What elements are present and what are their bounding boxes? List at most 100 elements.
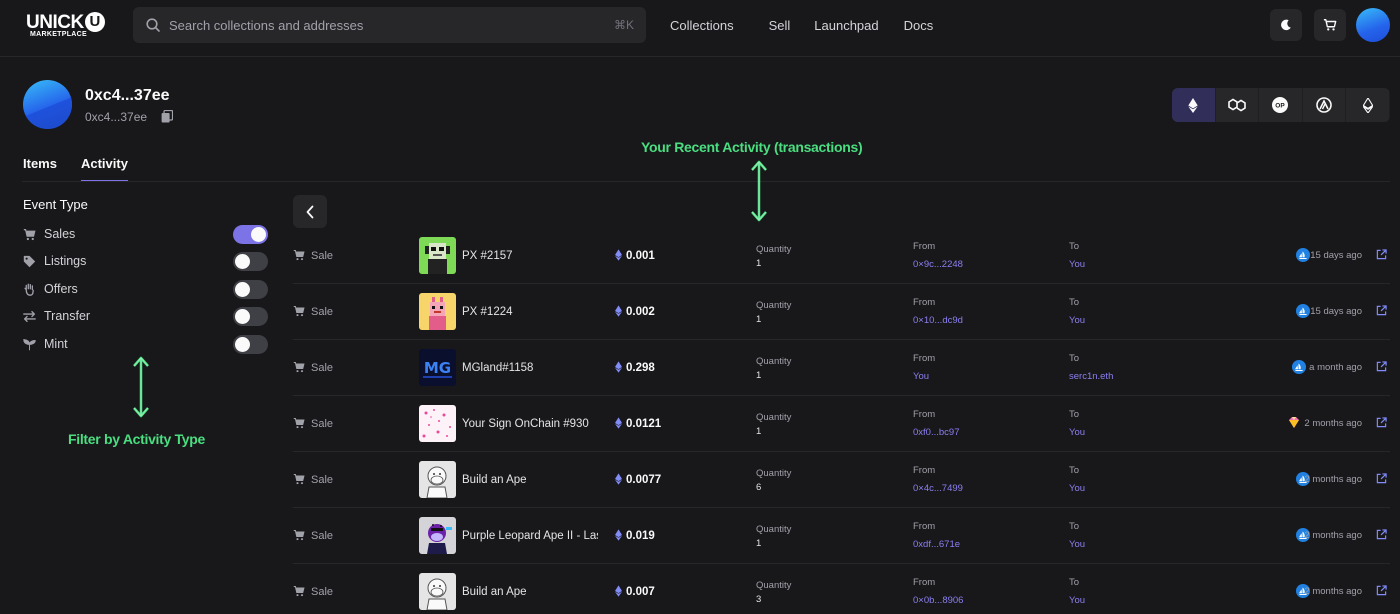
activity-row[interactable]: Sale PX #1224 0.002 Quantity 1 From 0×10...dc9…	[293, 284, 1390, 340]
back-button[interactable]	[293, 195, 327, 228]
external-link-icon[interactable]	[1376, 361, 1387, 372]
main-nav: Collections Sell Launchpad Docs	[670, 18, 968, 33]
external-link-icon[interactable]	[1376, 529, 1387, 540]
nft-thumbnail[interactable]	[419, 461, 456, 498]
tab-activity[interactable]: Activity	[80, 156, 128, 182]
transfer-toggle[interactable]	[233, 307, 268, 326]
event-type-title: Event Type	[23, 197, 88, 212]
user-avatar[interactable]	[1356, 8, 1390, 42]
nft-thumbnail[interactable]	[419, 293, 456, 330]
nft-name[interactable]: Build an Ape	[462, 586, 598, 598]
sales-toggle[interactable]	[233, 225, 268, 244]
cart-icon	[23, 229, 36, 241]
external-link-icon[interactable]	[1376, 249, 1387, 260]
filter-mint: Mint	[23, 335, 269, 355]
tab-items[interactable]: Items	[23, 156, 57, 182]
activity-row[interactable]: Sale Purple Leopard Ape II - Last 0.019 Qua…	[293, 508, 1390, 564]
nft-name[interactable]: PX #1224	[462, 306, 598, 318]
nav-launchpad[interactable]: Launchpad	[814, 18, 878, 33]
nft-name[interactable]: MGland#1158	[462, 362, 598, 374]
quantity-value: 6	[756, 482, 762, 493]
from-address[interactable]: 0xdf...671e	[913, 539, 960, 550]
listings-toggle[interactable]	[233, 252, 268, 271]
chain-ethereum-2[interactable]	[1346, 88, 1390, 122]
event-type: Sale	[311, 362, 334, 374]
external-link-icon[interactable]	[1376, 585, 1387, 596]
timestamp: 2 months ago	[1304, 418, 1362, 429]
to-address[interactable]: You	[1069, 483, 1085, 494]
annotation-activity: Your Recent Activity (transactions)	[641, 139, 863, 155]
nft-thumbnail[interactable]	[419, 573, 456, 610]
logo-subtitle: MARKETPLACE	[30, 31, 87, 38]
cart-icon	[293, 305, 305, 317]
to-address[interactable]: You	[1069, 595, 1085, 606]
from-label: From	[913, 353, 936, 364]
offers-toggle[interactable]	[233, 280, 268, 299]
quantity-value: 3	[756, 594, 762, 605]
from-address[interactable]: 0×4c...7499	[913, 483, 963, 494]
nft-thumbnail[interactable]	[419, 237, 456, 274]
to-address[interactable]: You	[1069, 315, 1085, 326]
quantity-label: Quantity	[756, 244, 792, 255]
from-address[interactable]: 0×10...dc9d	[913, 315, 963, 326]
nft-name[interactable]: Build an Ape	[462, 474, 598, 486]
search-input[interactable]	[169, 7, 599, 43]
transfer-icon	[23, 310, 36, 323]
activity-row[interactable]: Sale Your Sign OnChain #930 0.0121 Quantity…	[293, 396, 1390, 452]
timestamp: 2 months ago	[1304, 586, 1362, 597]
sprout-icon	[23, 339, 36, 351]
theme-toggle-button[interactable]	[1270, 9, 1302, 41]
chain-bnb[interactable]: OP	[1259, 88, 1303, 122]
from-address[interactable]: 0×9c...2248	[913, 259, 963, 270]
nav-docs[interactable]: Docs	[904, 18, 934, 33]
nav-sell[interactable]: Sell	[769, 18, 791, 33]
from-address[interactable]: 0xf0...bc97	[913, 427, 959, 438]
chain-arbitrum[interactable]	[1303, 88, 1347, 122]
activity-row[interactable]: Sale Build an Ape 0.007 Quantity 3 From 0×0b..…	[293, 564, 1390, 614]
event-type: Sale	[311, 250, 334, 262]
external-link-icon[interactable]	[1376, 305, 1387, 316]
to-address[interactable]: You	[1069, 259, 1085, 270]
quantity-label: Quantity	[756, 524, 792, 535]
search-bar[interactable]: ⌘K	[133, 7, 646, 43]
tabs-divider	[22, 181, 1390, 182]
activity-row[interactable]: Sale PX #2157 0.001 Quantity 1 From 0×9c...224…	[293, 228, 1390, 284]
annotation-filter: Filter by Activity Type	[68, 431, 206, 447]
mint-toggle[interactable]	[233, 335, 268, 354]
chain-polygon[interactable]	[1216, 88, 1260, 122]
from-address[interactable]: 0×0b...8906	[913, 595, 963, 606]
event-type: Sale	[311, 306, 334, 318]
chain-ethereum[interactable]	[1172, 88, 1216, 122]
quantity-value: 1	[756, 314, 762, 325]
unick-logo[interactable]: UNICK U MARKETPLACE	[26, 12, 106, 40]
nft-thumbnail[interactable]	[419, 517, 456, 554]
nav-collections[interactable]: Collections	[670, 18, 734, 33]
external-link-icon[interactable]	[1376, 417, 1387, 428]
svg-text:OP: OP	[1276, 103, 1286, 110]
cart-icon	[293, 417, 305, 429]
nft-name[interactable]: Your Sign OnChain #930	[462, 418, 598, 430]
price: 0.298	[626, 362, 655, 374]
profile-avatar	[23, 80, 72, 129]
activity-row[interactable]: Sale MG MGland#1158 0.298 Quantity 1 From You To…	[293, 340, 1390, 396]
event-type: Sale	[311, 418, 334, 430]
chain-selector: OP	[1172, 88, 1390, 122]
nft-thumbnail[interactable]	[419, 405, 456, 442]
to-address[interactable]: You	[1069, 427, 1085, 438]
cart-icon	[293, 473, 305, 485]
to-address[interactable]: serc1n.eth	[1069, 371, 1113, 382]
search-icon	[146, 18, 160, 32]
cart-button[interactable]	[1314, 9, 1346, 41]
nft-thumbnail[interactable]: MG	[419, 349, 456, 386]
from-address[interactable]: You	[913, 371, 929, 382]
copy-icon[interactable]	[161, 110, 173, 123]
opensea-icon	[1292, 360, 1306, 374]
external-link-icon[interactable]	[1376, 473, 1387, 484]
ethereum-icon	[1188, 97, 1198, 113]
to-address[interactable]: You	[1069, 539, 1085, 550]
arbitrum-icon	[1316, 97, 1332, 113]
nft-name[interactable]: PX #2157	[462, 250, 598, 262]
nft-name[interactable]: Purple Leopard Ape II - Last	[462, 530, 598, 542]
activity-row[interactable]: Sale Build an Ape 0.0077 Quantity 6 From 0×4c.…	[293, 452, 1390, 508]
ethereum-icon	[615, 529, 622, 541]
